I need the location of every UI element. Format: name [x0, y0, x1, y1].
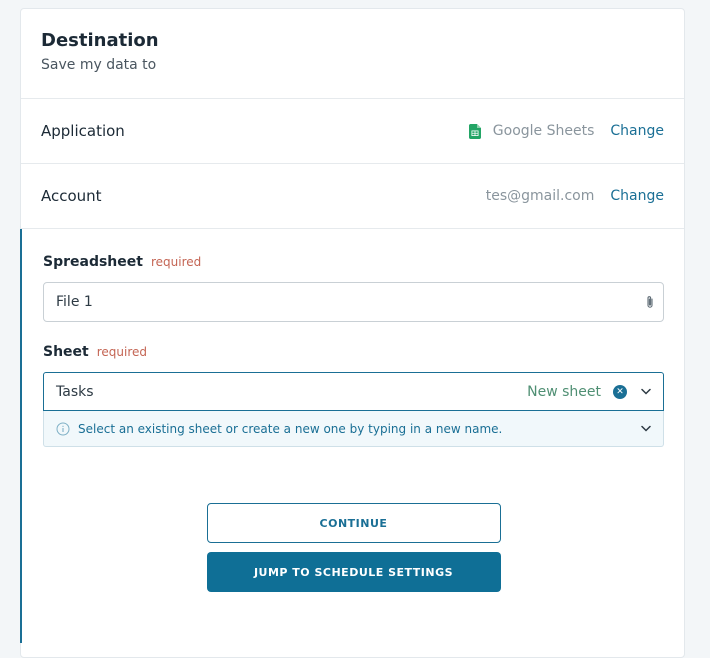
destination-card: Destination Save my data to Application …	[20, 8, 685, 658]
account-value: tes@gmail.com	[485, 188, 595, 204]
application-name: Google Sheets	[492, 123, 595, 139]
action-buttons: CONTINUE JUMP TO SCHEDULE SETTINGS	[43, 503, 664, 592]
sheet-hint-text: Select an existing sheet or create a new…	[78, 421, 503, 436]
change-account-link[interactable]: Change	[610, 188, 664, 204]
chevron-down-icon[interactable]	[641, 425, 651, 432]
application-value: Google Sheets	[468, 123, 595, 139]
spreadsheet-value: File 1	[56, 294, 93, 310]
chevron-down-icon[interactable]	[641, 388, 651, 395]
continue-button[interactable]: CONTINUE	[206, 503, 501, 543]
sheet-select[interactable]: Tasks New sheet ✕	[43, 372, 664, 411]
clear-icon[interactable]: ✕	[613, 384, 627, 399]
sheet-settings-section: Spreadsheet required File 1 Sheet requir…	[20, 229, 684, 643]
sheet-label-text: Sheet	[43, 344, 89, 360]
jump-to-schedule-button[interactable]: JUMP TO SCHEDULE SETTINGS	[206, 552, 501, 592]
destination-header: Destination Save my data to	[21, 9, 684, 99]
page-title: Destination	[41, 30, 159, 51]
sheet-required-badge: required	[96, 345, 148, 359]
info-icon	[56, 422, 70, 435]
spreadsheet-label: Spreadsheet required	[43, 254, 664, 270]
application-row: Application Google Sheets Change	[21, 99, 684, 164]
paperclip-icon[interactable]	[645, 295, 655, 309]
spreadsheet-label-text: Spreadsheet	[43, 254, 143, 270]
page-subtitle: Save my data to	[41, 57, 157, 73]
new-sheet-badge: New sheet	[527, 383, 601, 400]
sheet-hint: Select an existing sheet or create a new…	[43, 411, 664, 447]
spreadsheet-input[interactable]: File 1	[43, 282, 664, 322]
sheet-value: Tasks	[56, 383, 94, 400]
account-label: Account	[41, 187, 102, 205]
application-label: Application	[41, 122, 125, 140]
account-row: Account tes@gmail.com Change	[21, 164, 684, 229]
google-sheets-icon	[468, 123, 481, 139]
change-application-link[interactable]: Change	[610, 123, 664, 139]
active-section-indicator	[20, 229, 22, 643]
sheet-label: Sheet required	[43, 344, 664, 360]
spreadsheet-required-badge: required	[150, 255, 202, 269]
